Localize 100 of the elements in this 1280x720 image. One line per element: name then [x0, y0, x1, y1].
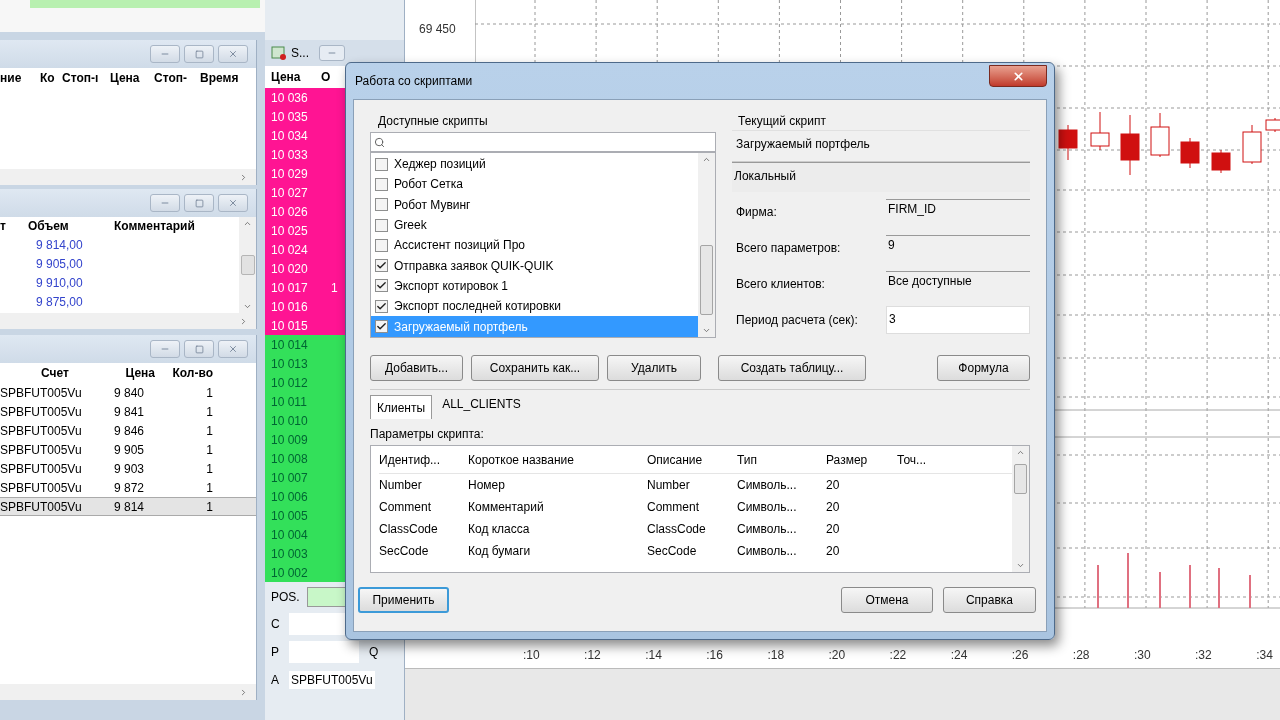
price-cell-text: 10 007 — [271, 469, 309, 487]
order-book-title: S... — [291, 45, 309, 62]
column-header: Кол-во — [171, 365, 213, 382]
table-cell-text: 20 — [826, 521, 841, 538]
price-cell-text: 10 005 — [271, 507, 309, 525]
column-header: т — [0, 218, 7, 235]
table-cell-text: ClassCode — [647, 521, 707, 538]
price-cell-text: 10 017 — [271, 279, 309, 297]
price-cell-text: 10 011 — [271, 393, 308, 411]
pos-label: POS. — [271, 589, 301, 606]
table-cell-text: 9 814,00 — [36, 236, 83, 254]
axis-label: :12 — [584, 648, 601, 662]
quantity-cell-text: 1 — [331, 279, 338, 297]
axis-label: :30 — [1133, 648, 1151, 662]
table-cell-text: SPBFUT005Vu — [0, 498, 83, 516]
table-cell-text: Комментарий — [468, 499, 545, 516]
table-cell-text: 9 841 — [113, 403, 146, 421]
field-label: P — [271, 644, 280, 661]
table-cell-text: 9 910,00 — [36, 274, 83, 292]
clients-value: ALL_CLIENTS — [442, 396, 521, 413]
script-name: Ассистент позиций Про — [394, 237, 526, 255]
section-label: Текущий скрипт — [737, 113, 827, 128]
location-field: Локальный — [732, 162, 1030, 192]
column-header: Объем — [28, 218, 70, 235]
price-cell-text: 10 015 — [271, 317, 309, 335]
price-cell-text: 10 033 — [271, 146, 309, 164]
script-name: Экспорт котировок 1 — [394, 277, 508, 295]
table-cell-text: 1 — [205, 441, 213, 459]
script-name-field: Загружаемый портфель — [732, 130, 1030, 162]
price-cell-text: 10 008 — [271, 450, 309, 468]
table-cell-text: 20 — [826, 499, 841, 516]
table-cell-text: 20 — [826, 543, 841, 560]
column-header: О — [321, 69, 331, 86]
price-cell-text: 10 006 — [271, 488, 309, 506]
price-cell-text: 10 029 — [271, 165, 309, 183]
table-cell-text: 9 872 — [113, 479, 146, 497]
table-cell-text: 9 905 — [113, 441, 146, 459]
price-cell-text: 10 020 — [271, 260, 309, 278]
column-header: Стоп-ı — [62, 70, 100, 87]
value-field: Все доступные — [886, 271, 1030, 297]
column-header: Цена — [271, 69, 302, 86]
price-cell-text: 10 025 — [271, 222, 309, 240]
table-cell-text: SPBFUT005Vu — [0, 384, 83, 402]
table-cell-text: Код класса — [468, 521, 531, 538]
script-name: Робот Сетка — [394, 176, 463, 194]
table-cell-text: Символь... — [737, 499, 798, 516]
price-cell-text: 10 034 — [271, 127, 309, 145]
table-cell-text: 1 — [205, 422, 213, 440]
price-cell-text: 10 016 — [271, 298, 309, 316]
field-label: Q — [369, 644, 379, 661]
axis-label: :34 — [1256, 648, 1273, 662]
column-header: Цена — [124, 365, 155, 382]
axis-label: :22 — [889, 648, 907, 662]
table-cell-text: 9 840 — [113, 384, 146, 402]
column-header: ние — [0, 70, 23, 87]
table-cell-text: SecCode — [647, 543, 698, 560]
axis-label: :18 — [767, 648, 785, 662]
table-cell-text: Код бумаги — [468, 543, 532, 560]
table-cell-text: SPBFUT005Vu — [0, 441, 83, 459]
price-cell-text: 10 027 — [271, 184, 309, 202]
table-cell-text: 9 875,00 — [36, 293, 83, 311]
field-label: Всего клиентов: — [735, 276, 826, 293]
price-cell-text: 10 009 — [271, 431, 309, 449]
field-label: Фирма: — [735, 204, 778, 221]
script-name: Экспорт последней котировки — [394, 298, 561, 316]
axis-label: :10 — [523, 648, 540, 662]
value-field: 9 — [886, 235, 1030, 261]
table-cell-text: 9 903 — [113, 460, 146, 478]
column-header: Комментарий — [114, 218, 196, 235]
price-cell-text: 10 026 — [271, 203, 309, 221]
script-name: Загружаемый портфель — [394, 318, 528, 336]
price-cell-text: 10 035 — [271, 108, 309, 126]
script-name: Отправка заявок QUIK-QUIK — [394, 257, 554, 275]
table-cell-text: Comment — [647, 499, 700, 516]
table-cell-text: SPBFUT005Vu — [0, 403, 83, 421]
table-cell-text: 9 814 — [113, 498, 146, 516]
axis-label: :32 — [1195, 648, 1212, 662]
price-cell-text: 10 003 — [271, 545, 309, 563]
axis-label: :16 — [706, 648, 723, 662]
field-label: Период расчета (сек): — [735, 312, 859, 329]
price-cell-text: 10 012 — [271, 374, 309, 392]
table-cell-text: Символь... — [737, 521, 798, 538]
table-cell-text: Номер — [468, 477, 506, 494]
dialog-title: Работа со скриптами — [354, 73, 473, 90]
price-cell-text: 10 004 — [271, 526, 309, 544]
table-cell-text: 1 — [205, 384, 213, 402]
axis-label: :14 — [645, 648, 662, 662]
axis-label: :26 — [1011, 648, 1029, 662]
column-header: Время — [200, 70, 240, 87]
table-cell-text: SPBFUT005Vu — [0, 479, 83, 497]
price-cell-text: 10 002 — [271, 564, 309, 582]
table-cell-text: Символь... — [737, 477, 798, 494]
script-name: Робот Мувинг — [394, 196, 471, 214]
table-cell-text: 20 — [826, 477, 841, 494]
script-name: Хеджер позиций — [394, 156, 486, 174]
field-label: A — [271, 672, 280, 689]
column-header: Ко — [40, 70, 56, 87]
field-label: Всего параметров: — [735, 240, 842, 257]
table-cell-text: 9 905,00 — [36, 255, 83, 273]
value-field: FIRM_ID — [886, 199, 1030, 225]
